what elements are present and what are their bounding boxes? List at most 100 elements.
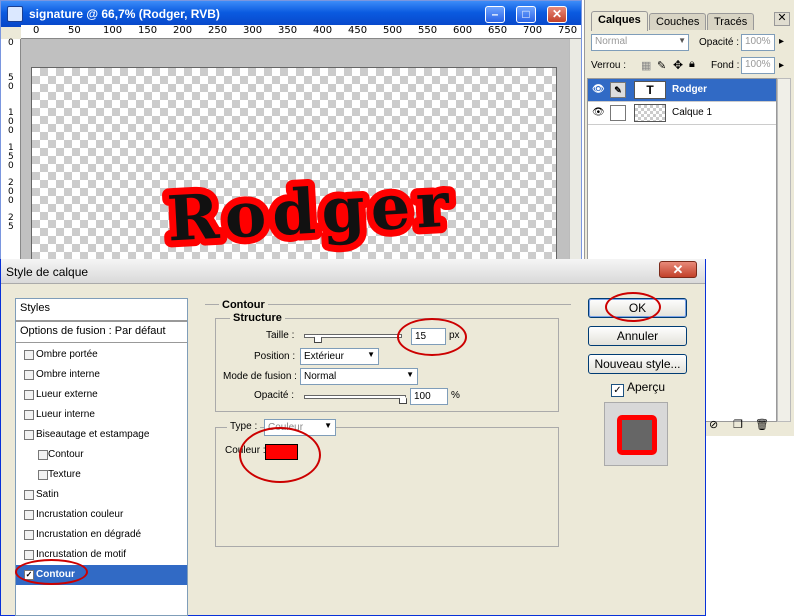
lock-transparency-icon[interactable]: ▦: [641, 59, 651, 72]
ruler-tick-label: 450: [348, 25, 368, 36]
ruler-tick-label: 150: [138, 25, 158, 36]
text-layer-thumbnail: T: [634, 81, 666, 99]
layers-scrollbar[interactable]: [777, 78, 791, 422]
lock-all-icon[interactable]: 🔒︎: [689, 58, 695, 71]
style-item[interactable]: Biseautage et estampage: [16, 425, 187, 445]
style-item[interactable]: Contour: [16, 445, 187, 465]
layer-row-rodger[interactable]: 👁︎ ✎ T Rodger: [588, 79, 776, 102]
style-item[interactable]: Incrustation couleur: [16, 505, 187, 525]
style-checkbox[interactable]: [24, 510, 34, 520]
canvas-area[interactable]: Rodger: [21, 39, 569, 269]
style-item[interactable]: Lueur externe: [16, 385, 187, 405]
styles-header[interactable]: Styles: [16, 299, 187, 321]
style-label: Incrustation couleur: [36, 509, 124, 520]
new-set-icon[interactable]: ⊘: [709, 418, 718, 431]
style-item[interactable]: Incrustation en dégradé: [16, 525, 187, 545]
checkmark-icon: ✓: [611, 384, 624, 397]
blend-mode-select[interactable]: Normal ▼: [300, 368, 418, 385]
document-title-bar[interactable]: signature @ 66,7% (Rodger, RVB) – □ ✕: [1, 1, 581, 27]
trash-icon[interactable]: 🗑︎: [755, 418, 769, 431]
style-item[interactable]: Satin: [16, 485, 187, 505]
chevron-down-icon: ▼: [678, 36, 686, 45]
lock-brush-icon[interactable]: ✎: [657, 59, 666, 72]
ruler-tick-label: 200: [173, 25, 193, 36]
fill-field[interactable]: 100%: [741, 57, 775, 74]
color-swatch[interactable]: [265, 444, 298, 460]
chevron-down-icon: ▼: [367, 350, 375, 359]
dialog-close-button[interactable]: ✕: [659, 261, 697, 278]
style-checkbox[interactable]: [24, 490, 34, 500]
blend-mode-value: Normal: [304, 371, 337, 382]
chevron-right-icon[interactable]: ▸: [779, 36, 784, 47]
style-checkbox[interactable]: [24, 430, 34, 440]
style-label: Biseautage et estampage: [36, 429, 150, 440]
style-item[interactable]: Incrustation de motif: [16, 545, 187, 565]
rodger-artwork: Rodger: [158, 161, 463, 263]
style-item[interactable]: Ombre portée: [16, 345, 187, 365]
style-checkbox[interactable]: [38, 450, 48, 460]
tab-couches[interactable]: Couches: [649, 13, 707, 30]
style-label: Texture: [48, 469, 81, 480]
position-select[interactable]: Extérieur ▼: [300, 348, 379, 365]
preview-checkbox[interactable]: ✓ Aperçu: [611, 380, 665, 397]
style-checkbox[interactable]: [24, 530, 34, 540]
dialog-title-bar[interactable]: Style de calque ✕: [1, 259, 705, 284]
vertical-scrollbar[interactable]: [569, 39, 581, 269]
link-box[interactable]: [610, 105, 626, 121]
ruler-tick-label: 50: [68, 25, 81, 36]
ruler-tick-label: 300: [243, 25, 263, 36]
style-checkbox[interactable]: ✓: [24, 570, 34, 580]
ruler-tick-label: 0: [8, 38, 14, 48]
close-button[interactable]: ✕: [547, 6, 567, 23]
style-checkbox[interactable]: [24, 410, 34, 420]
preview-swatch: [617, 415, 657, 455]
ruler-tick-label: 1 5 0: [8, 143, 14, 171]
minimize-button[interactable]: –: [485, 6, 505, 23]
ruler-horizontal: 0 50 100 150 200 250 300 350 400 450 500 550 600 650 7…: [21, 25, 581, 39]
chevron-down-icon: ▼: [324, 421, 332, 430]
eye-icon[interactable]: 👁︎: [592, 107, 605, 118]
position-value: Extérieur: [304, 351, 345, 362]
style-checkbox[interactable]: [24, 550, 34, 560]
opacity-field[interactable]: 100: [410, 388, 448, 405]
fill-type-select[interactable]: Couleur ▼: [264, 419, 336, 436]
blend-mode-value: Normal: [595, 36, 628, 47]
opacity-slider[interactable]: [304, 395, 406, 399]
style-checkbox[interactable]: [38, 470, 48, 480]
style-label: Incrustation en dégradé: [36, 529, 142, 540]
cancel-button[interactable]: Annuler: [588, 326, 687, 346]
blend-options-item[interactable]: Options de fusion : Par défaut: [16, 321, 187, 343]
panel-close-icon[interactable]: ✕: [774, 12, 790, 26]
new-layer-icon[interactable]: ❐: [733, 418, 743, 431]
lock-move-icon[interactable]: ✥: [673, 58, 683, 72]
ruler-tick-label: 2 5: [8, 213, 14, 232]
new-style-button[interactable]: Nouveau style...: [588, 354, 687, 374]
style-item[interactable]: Texture: [16, 465, 187, 485]
style-item[interactable]: Ombre interne: [16, 365, 187, 385]
layer-name: Calque 1: [672, 107, 713, 118]
style-checkbox[interactable]: [24, 350, 34, 360]
opacity-unit: %: [451, 390, 460, 401]
tab-calques[interactable]: Calques: [591, 11, 648, 31]
tab-traces[interactable]: Tracés: [707, 13, 755, 30]
size-field[interactable]: 15: [411, 328, 446, 345]
style-item[interactable]: Lueur interne: [16, 405, 187, 425]
ruler-tick-label: 250: [208, 25, 228, 36]
style-label: Ombre interne: [36, 369, 100, 380]
blend-mode-select[interactable]: Normal ▼: [591, 34, 689, 51]
brush-icon[interactable]: ✎: [610, 82, 626, 98]
style-checkbox[interactable]: [24, 390, 34, 400]
style-checkbox[interactable]: [24, 370, 34, 380]
maximize-button[interactable]: □: [516, 6, 536, 23]
ruler-tick-label: 5 0: [8, 73, 14, 92]
size-label: Taille :: [266, 330, 295, 341]
layer-opacity-field[interactable]: 100%: [741, 34, 775, 51]
fill-label: Fond :: [711, 60, 740, 71]
eye-icon[interactable]: 👁︎: [592, 84, 605, 95]
style-item[interactable]: ✓ Contour: [16, 565, 187, 585]
ruler-vertical: 0 5 0 1 0 0 1 5 0 2 0 0 2 5: [1, 38, 21, 269]
layer-row-calque-1[interactable]: 👁︎ Calque 1: [588, 102, 776, 125]
ok-button[interactable]: OK: [588, 298, 687, 318]
chevron-right-icon[interactable]: ▸: [779, 60, 784, 71]
layer-style-dialog: Style de calque ✕ Styles Options de fusi…: [0, 259, 706, 616]
